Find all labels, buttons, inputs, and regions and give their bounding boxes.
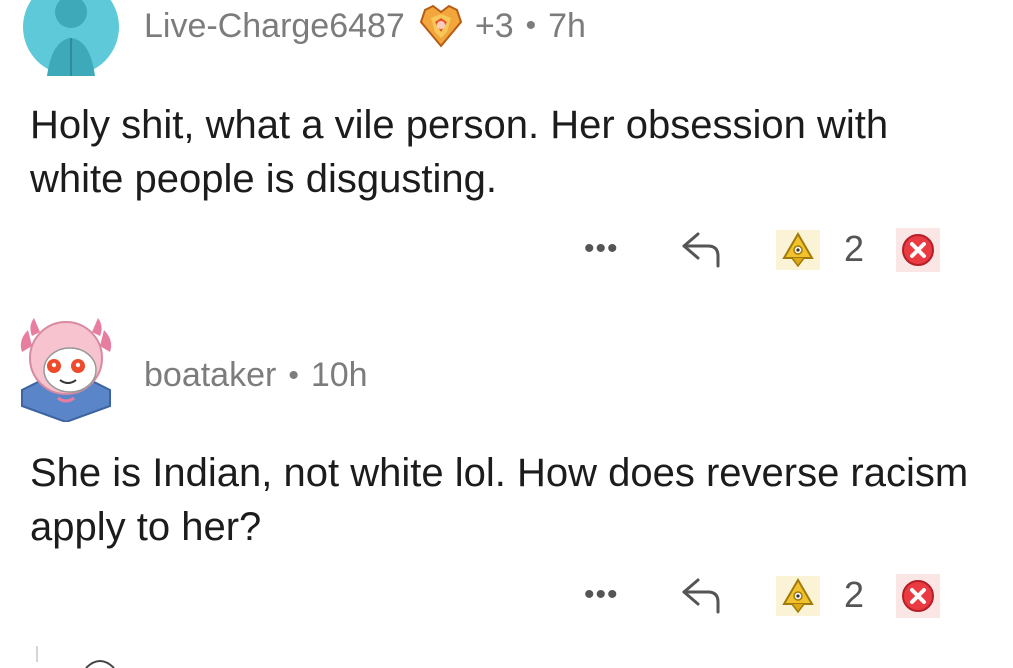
comment-age: 7h bbox=[548, 6, 586, 45]
award-icon[interactable] bbox=[776, 576, 820, 616]
gem-flair-icon bbox=[419, 4, 462, 48]
thread-line[interactable] bbox=[36, 646, 38, 662]
comment-age: 10h bbox=[310, 356, 368, 394]
downvote-x-icon[interactable] bbox=[896, 228, 940, 272]
separator-dot: • bbox=[525, 9, 537, 42]
comment-body: She is Indian, not white lol. How does r… bbox=[30, 451, 969, 549]
award-count: +3 bbox=[474, 6, 514, 45]
comment: Live-Charge6487 +3 • 7h Holy shit, what … bbox=[0, 0, 1013, 290]
comment-actions: ••• 2 bbox=[0, 572, 1013, 620]
username[interactable]: boataker bbox=[144, 356, 276, 395]
reply-arrow-icon[interactable] bbox=[678, 572, 724, 618]
comment-actions: ••• 2 bbox=[0, 226, 1013, 274]
comment: boataker • 10h She is Indian, not white … bbox=[0, 300, 1013, 630]
award-icon[interactable] bbox=[776, 230, 820, 270]
username[interactable]: Live-Charge6487 bbox=[144, 7, 405, 46]
more-options-button[interactable]: ••• bbox=[584, 578, 619, 612]
comment-meta: boataker • 10h bbox=[144, 356, 368, 395]
vote-count: 2 bbox=[844, 228, 865, 269]
separator-dot: • bbox=[288, 358, 299, 392]
vote-count: 2 bbox=[844, 574, 865, 615]
user-avatar[interactable] bbox=[14, 310, 118, 422]
comment-meta: Live-Charge6487 +3 • 7h bbox=[144, 4, 586, 48]
next-comment-avatar bbox=[85, 660, 115, 668]
reply-arrow-icon[interactable] bbox=[678, 226, 724, 272]
user-avatar[interactable] bbox=[22, 0, 120, 76]
comment-body: Holy shit, what a vile person. Her obses… bbox=[30, 103, 889, 201]
more-options-button[interactable]: ••• bbox=[584, 232, 619, 266]
downvote-x-icon[interactable] bbox=[896, 574, 940, 618]
